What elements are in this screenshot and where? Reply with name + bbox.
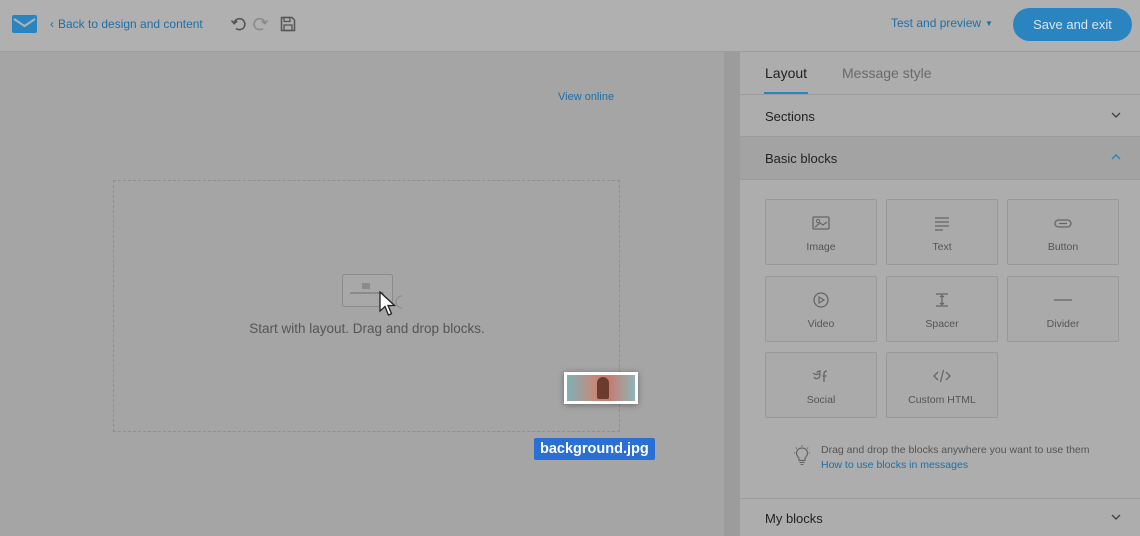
spacer-icon [936,293,948,307]
basic-blocks-grid: Image Text Button Video Spacer Divider S… [765,199,1123,421]
save-icon[interactable] [279,15,297,33]
text-icon [935,217,949,231]
basic-blocks-label: Basic blocks [765,151,838,166]
my-blocks-label: My blocks [765,511,823,526]
block-label: Spacer [925,318,959,330]
code-icon [933,369,951,383]
thumbnail-person [597,377,609,399]
dragged-file-name: background.jpg [534,438,655,460]
button-icon [1054,219,1072,228]
back-link-label: Back to design and content [58,17,203,31]
how-to-use-blocks-link[interactable]: How to use blocks in messages [821,459,968,471]
caret-down-icon: ▼ [985,18,993,28]
block-label: Button [1047,241,1079,253]
panel-tabs: Layout Message style [740,52,1140,95]
block-button[interactable]: Button [1007,199,1119,265]
lightbulb-icon [794,445,810,466]
block-spacer[interactable]: Spacer [886,276,998,342]
block-video[interactable]: Video [765,276,877,342]
chevron-down-icon [1111,514,1121,520]
top-bar: ‹ Back to design and content Test and pr… [0,0,1140,52]
mouse-cursor-icon [379,291,397,316]
block-label: Custom HTML [908,394,976,406]
block-label: Image [806,241,836,253]
block-social[interactable]: Social [765,352,877,418]
block-label: Divider [1046,318,1080,330]
my-blocks-accordion[interactable]: My blocks [740,498,1140,536]
view-online-link[interactable]: View online [558,91,614,103]
undo-icon[interactable] [230,15,248,33]
block-label: Text [932,241,952,253]
save-and-exit-button[interactable]: Save and exit [1013,8,1132,41]
block-custom-html[interactable]: Custom HTML [886,352,998,418]
chevron-up-icon [1111,154,1121,160]
test-and-preview-dropdown[interactable]: Test and preview ▼ [891,16,993,30]
block-text[interactable]: Text [886,199,998,265]
tab-message-style[interactable]: Message style [842,65,931,81]
block-label: Social [806,394,836,406]
test-preview-label: Test and preview [891,16,982,30]
envelope-logo-icon[interactable] [12,15,37,33]
sections-accordion[interactable]: Sections [740,95,1140,137]
tab-layout[interactable]: Layout [765,65,807,81]
blocks-hint-text: Drag and drop the blocks anywhere you wa… [821,444,1090,456]
divider-icon [1054,299,1072,301]
block-divider[interactable]: Divider [1007,276,1119,342]
image-icon [812,216,830,230]
dropzone-hint-text: Start with layout. Drag and drop blocks. [249,321,485,336]
sections-label: Sections [765,109,815,124]
block-label: Video [807,318,835,330]
dragged-image-thumbnail[interactable] [564,372,638,404]
chevron-down-icon [1111,112,1121,118]
block-image[interactable]: Image [765,199,877,265]
active-tab-indicator [764,92,808,94]
redo-icon[interactable] [251,15,269,33]
basic-blocks-accordion[interactable]: Basic blocks [740,137,1140,180]
canvas-divider [724,52,740,536]
social-icon [812,370,828,382]
thumbnail-image [567,375,635,401]
video-icon [813,292,829,308]
chevron-left-icon: ‹ [50,17,54,31]
back-to-design-link[interactable]: ‹ Back to design and content [50,17,203,31]
